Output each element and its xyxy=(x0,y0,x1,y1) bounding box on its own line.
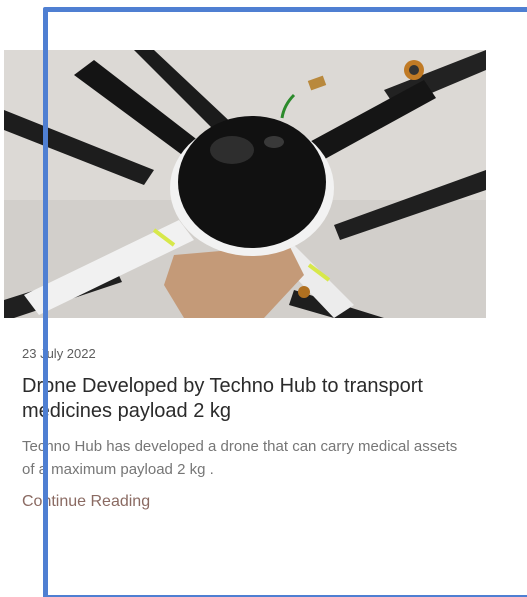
post-title[interactable]: Drone Developed by Techno Hub to transpo… xyxy=(22,374,492,424)
post-image[interactable] xyxy=(4,50,486,318)
page: 23 July 2022 Drone Developed by Techno H… xyxy=(0,0,527,597)
post-date: 23 July 2022 xyxy=(22,346,96,361)
post-excerpt: Techno Hub has developed a drone that ca… xyxy=(22,438,458,478)
continue-reading-link[interactable]: Continue Reading xyxy=(22,493,150,511)
blog-post-card: 23 July 2022 Drone Developed by Techno H… xyxy=(0,0,527,597)
